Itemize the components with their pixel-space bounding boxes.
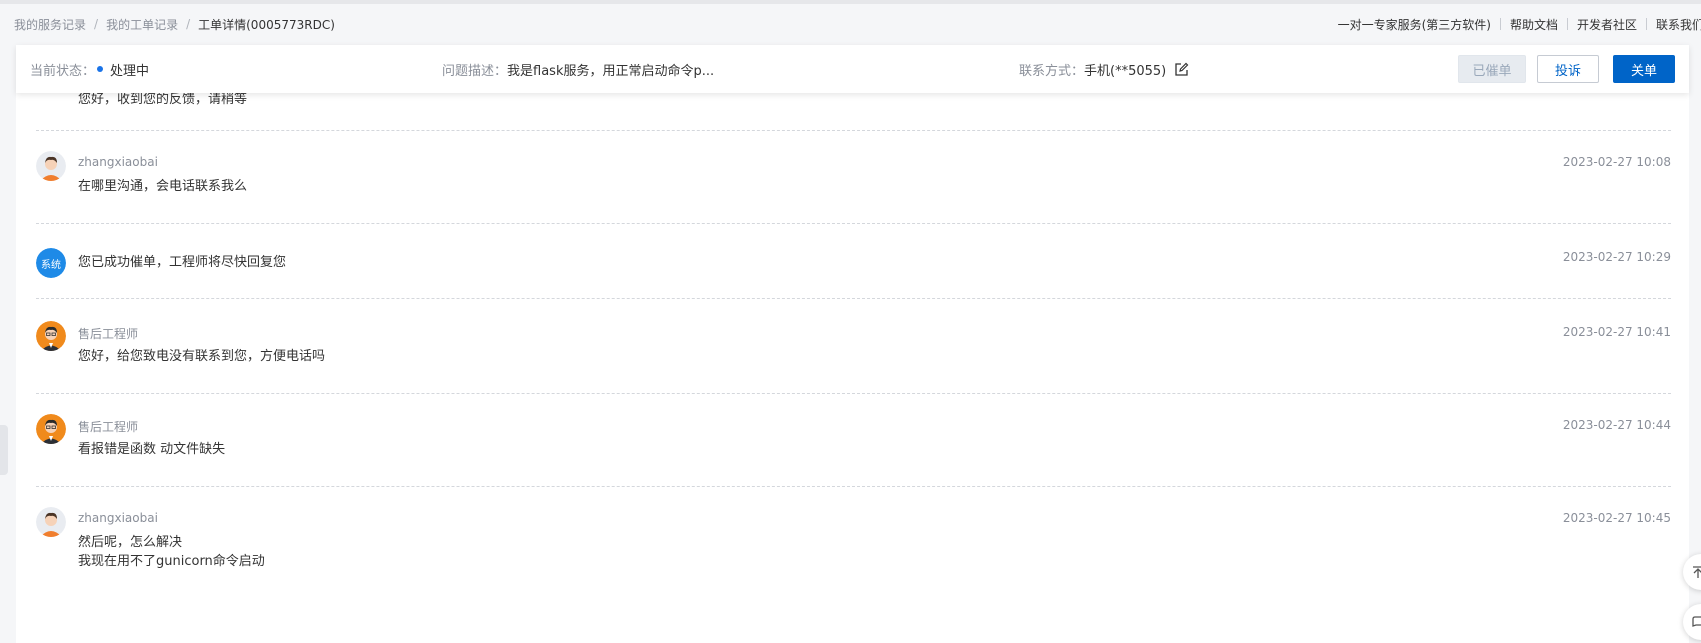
breadcrumb: 我的服务记录 / 我的工单记录 / 工单详情(0005773RDC) [14, 15, 335, 33]
system-badge: 系统 [36, 248, 66, 278]
user-avatar [36, 151, 66, 181]
contact-value: 手机(**5055) [1084, 63, 1167, 79]
description-field: 问题描述： 我是flask服务，用正常启动命令p... [442, 45, 714, 93]
message-time: 2023-02-27 10:08 [1562, 155, 1671, 169]
sidebar-toggle-tab[interactable] [0, 425, 8, 475]
message-text: 您好，收到您的反馈，请稍等 [78, 92, 248, 107]
message-sender: zhangxiaobai [78, 511, 158, 525]
message-divider [36, 298, 1671, 299]
link-contact-us[interactable]: 联系我们 [1647, 16, 1701, 33]
engineer-avatar [36, 321, 66, 351]
top-links: 一对一专家服务(第三方软件) 帮助文档 开发者社区 联系我们 [1329, 15, 1701, 33]
message-sender: zhangxiaobai [78, 155, 158, 169]
close-ticket-button[interactable]: 关单 [1613, 55, 1675, 83]
user-avatar [36, 507, 66, 537]
system-avatar: 系统 [36, 248, 66, 278]
contact-label: 联系方式： [1019, 63, 1085, 79]
message-time: 2023-02-27 10:41 [1562, 325, 1671, 339]
message-sender: 售后工程师 [78, 420, 139, 434]
link-developer-community[interactable]: 开发者社区 [1568, 16, 1646, 33]
breadcrumb-service-records[interactable]: 我的服务记录 [14, 16, 86, 33]
status-dot-icon [97, 66, 104, 72]
description-label: 问题描述： [442, 63, 508, 79]
message-time: 2023-02-27 10:44 [1562, 418, 1671, 432]
message-text: 您已成功催单，工程师将尽快回复您 [78, 255, 287, 270]
message-text: 您好，给您致电没有联系到您，方便电话吗 [78, 349, 326, 364]
urged-button[interactable]: 已催单 [1458, 55, 1526, 83]
message-divider [36, 393, 1671, 394]
status-field: 当前状态： 处理中 [30, 45, 149, 93]
message-divider [36, 486, 1671, 487]
description-value[interactable]: 我是flask服务，用正常启动命令p... [507, 60, 714, 79]
breadcrumb-ticket-records[interactable]: 我的工单记录 [106, 16, 178, 33]
message-text: 我现在用不了gunicorn命令启动 [78, 554, 265, 569]
message-time: 2023-02-27 10:29 [1562, 250, 1671, 264]
edit-icon[interactable] [1174, 62, 1189, 77]
status-value: 处理中 [110, 63, 150, 79]
top-border [0, 0, 1701, 4]
breadcrumb-separator: / [186, 17, 191, 31]
message-divider [36, 223, 1671, 224]
conversation-panel: 您好，收到您的反馈，请稍等 zhangxiaobai 2023-02-27 10… [16, 58, 1689, 643]
ticket-status-bar: 当前状态： 处理中 问题描述： 我是flask服务，用正常启动命令p... 联系… [16, 45, 1689, 93]
breadcrumb-current: 工单详情(0005773RDC) [198, 17, 335, 32]
contact-field: 联系方式： 手机(**5055) [1019, 45, 1189, 93]
status-label: 当前状态： [30, 63, 96, 79]
engineer-avatar [36, 414, 66, 444]
link-expert-service[interactable]: 一对一专家服务(第三方软件) [1329, 16, 1500, 33]
message-text: 看报错是函数 动文件缺失 [78, 442, 226, 457]
breadcrumb-separator: / [94, 17, 99, 31]
message-text: 然后呢，怎么解决 [78, 535, 183, 550]
link-help-docs[interactable]: 帮助文档 [1501, 16, 1567, 33]
message-sender: 售后工程师 [78, 327, 139, 341]
complain-button[interactable]: 投诉 [1537, 55, 1599, 83]
message-divider [36, 130, 1671, 131]
message-time: 2023-02-27 10:45 [1562, 511, 1671, 525]
message-text: 在哪里沟通，会电话联系我么 [78, 179, 248, 194]
